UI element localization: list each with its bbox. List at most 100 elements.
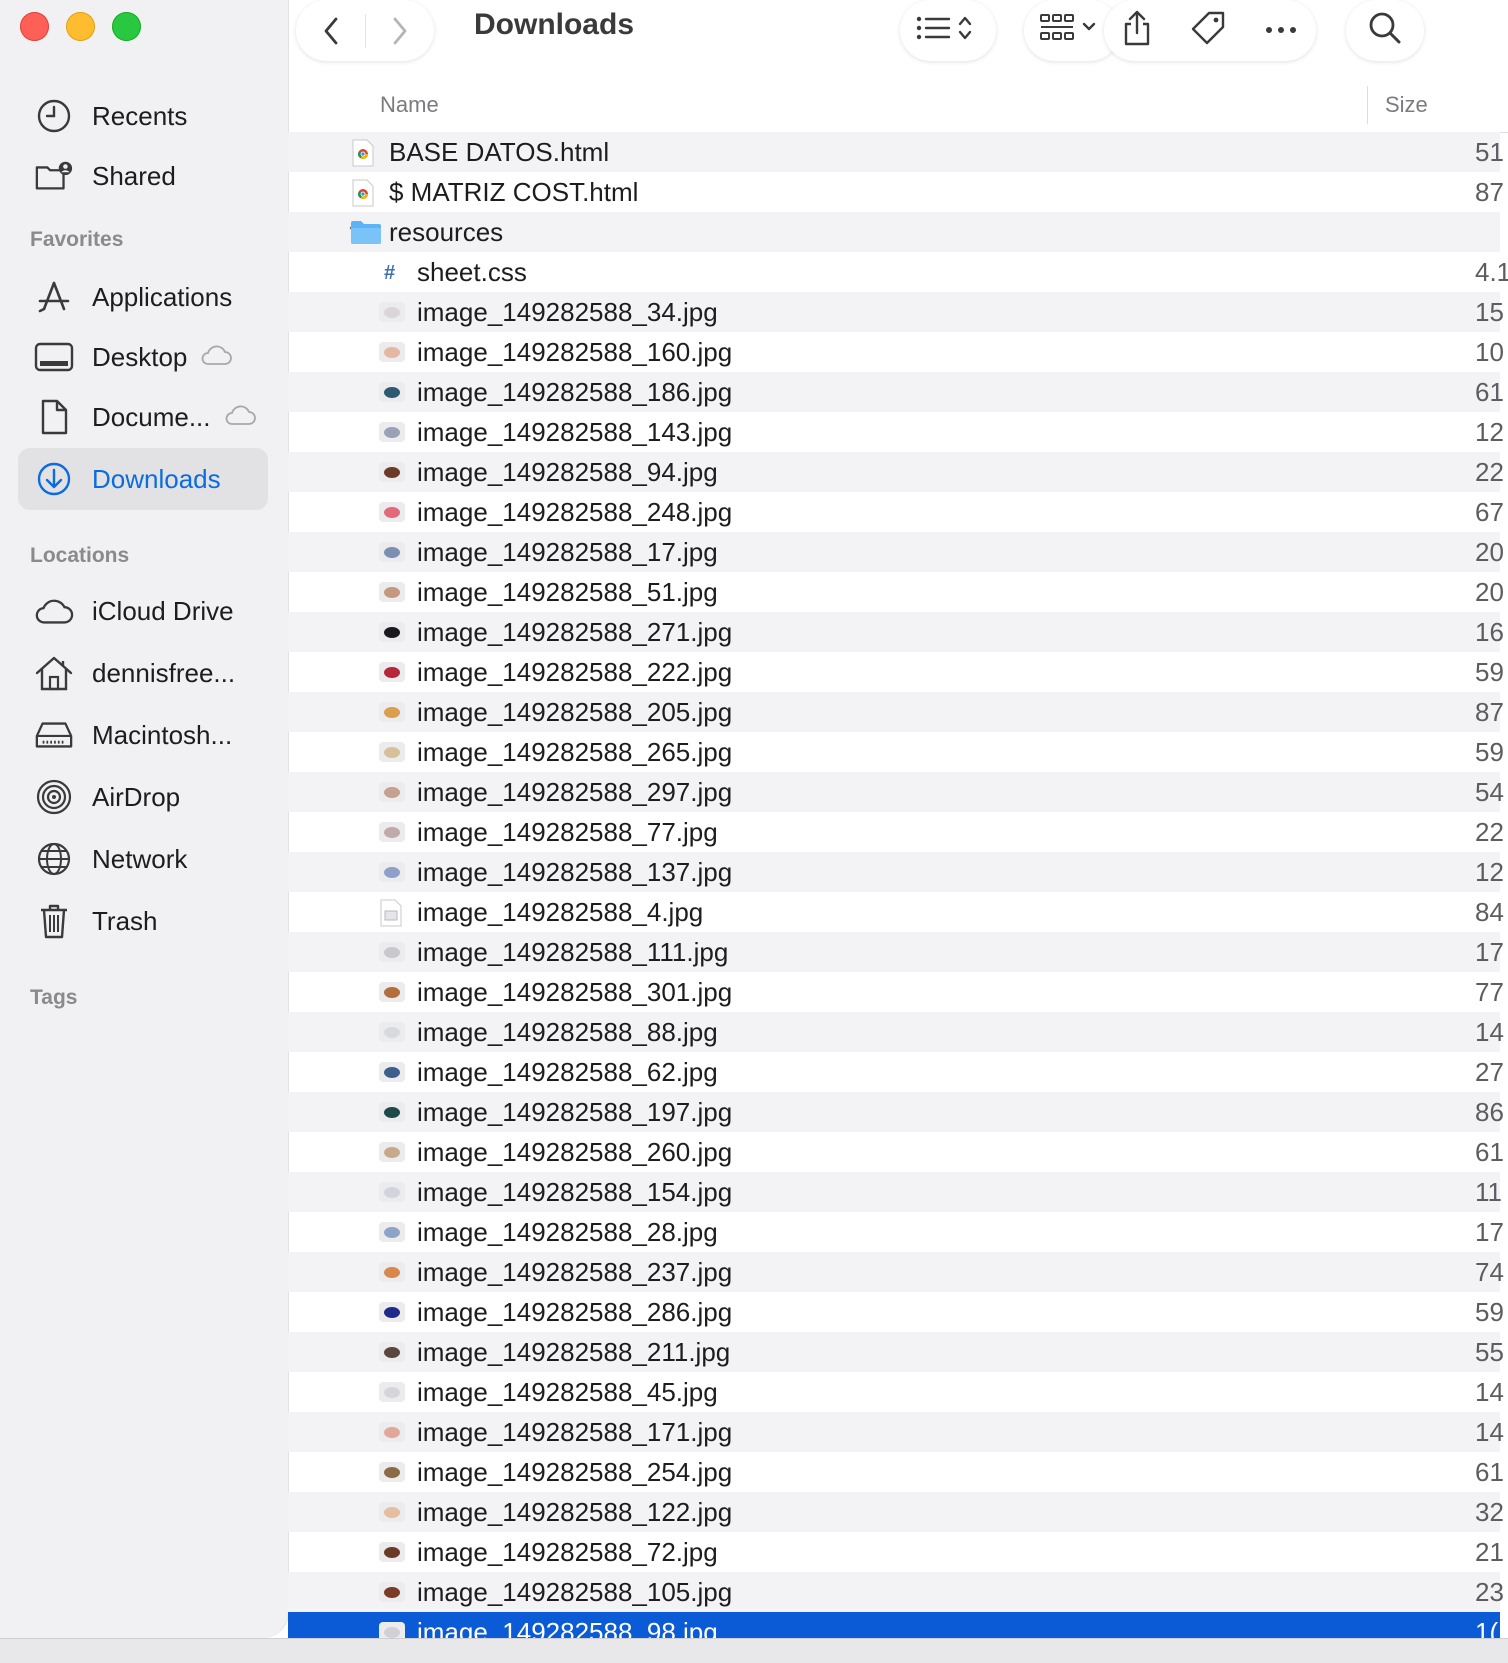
sidebar-item-icloud-drive[interactable]: iCloud Drive: [18, 580, 268, 642]
file-name: resources: [389, 217, 504, 247]
file-name: image_149282588_105.jpg: [417, 1577, 733, 1607]
file-row[interactable]: image_149282588_260.jpg 61: [288, 1132, 1504, 1172]
file-row[interactable]: image_149282588_237.jpg 74: [288, 1252, 1504, 1292]
navigation-buttons: [296, 0, 434, 61]
file-row[interactable]: image_149282588_77.jpg 22: [288, 812, 1504, 852]
file-row[interactable]: image_149282588_51.jpg 20: [288, 572, 1504, 612]
chevron-right-icon[interactable]: [366, 16, 434, 46]
sidebar-item-downloads[interactable]: Downloads: [18, 448, 268, 510]
sidebar-item-shared[interactable]: Shared: [18, 145, 268, 207]
file-row[interactable]: image_149282588_160.jpg 10: [288, 332, 1504, 372]
zoom-window-button[interactable]: [112, 12, 141, 41]
sidebar-item-network[interactable]: Network: [18, 828, 268, 890]
file-row[interactable]: image_149282588_222.jpg 59: [288, 652, 1504, 692]
sidebar-item-documents[interactable]: Docume...: [18, 386, 268, 448]
file-row[interactable]: image_149282588_154.jpg 11: [288, 1172, 1502, 1212]
file-name: image_149282588_122.jpg: [417, 1497, 733, 1527]
file-row[interactable]: # sheet.css 4.1: [288, 252, 1508, 292]
status-bar: [0, 1638, 1508, 1663]
minimize-window-button[interactable]: [66, 12, 95, 41]
file-row[interactable]: image_149282588_72.jpg 21: [288, 1532, 1504, 1572]
file-row[interactable]: image_149282588_4.jpg 84: [288, 892, 1504, 932]
file-name: image_149282588_17.jpg: [417, 537, 718, 567]
file-row[interactable]: BASE DATOS.html 51: [288, 132, 1504, 172]
file-size: 17: [1475, 937, 1504, 967]
file-row[interactable]: image_149282588_122.jpg 32: [288, 1492, 1504, 1532]
sidebar-item-macintosh-hd[interactable]: Macintosh...: [18, 704, 268, 766]
sidebar-item-recents[interactable]: Recents: [18, 85, 268, 147]
sidebar-item-airdrop[interactable]: AirDrop: [18, 766, 268, 828]
name-column-header[interactable]: Name: [380, 92, 439, 118]
file-size: 21: [1475, 1537, 1504, 1567]
file-size: 22: [1475, 457, 1504, 487]
folder-icon: [350, 219, 382, 245]
file-row[interactable]: image_149282588_17.jpg 20: [288, 532, 1504, 572]
file-row[interactable]: image_149282588_28.jpg 17: [288, 1212, 1504, 1252]
view-options-button[interactable]: [900, 0, 996, 61]
file-name: $ MATRIZ COST.html: [389, 177, 639, 207]
file-row[interactable]: image_149282588_105.jpg 23: [288, 1572, 1504, 1612]
image-thumbnail-icon: [379, 1422, 405, 1442]
file-row[interactable]: resources: [288, 212, 1500, 252]
sidebar-item-applications[interactable]: Applications: [18, 266, 268, 328]
sidebar-item-label: Applications: [92, 281, 233, 312]
file-name: image_149282588_301.jpg: [417, 977, 733, 1007]
image-thumbnail-icon: [379, 1302, 405, 1322]
close-window-button[interactable]: [20, 12, 49, 41]
file-row[interactable]: image_149282588_271.jpg 16: [288, 612, 1504, 652]
tag-icon[interactable]: [1189, 9, 1227, 52]
sidebar-item-home[interactable]: dennisfree...: [18, 642, 268, 704]
column-divider[interactable]: [1367, 86, 1368, 124]
file-row[interactable]: image_149282588_186.jpg 61: [288, 372, 1504, 412]
file-row[interactable]: $ MATRIZ COST.html 87: [288, 172, 1504, 212]
file-row[interactable]: image_149282588_265.jpg 59: [288, 732, 1504, 772]
file-row[interactable]: image_149282588_94.jpg 22: [288, 452, 1504, 492]
file-size: 14: [1475, 1017, 1504, 1047]
file-row[interactable]: image_149282588_45.jpg 14: [288, 1372, 1504, 1412]
share-icon[interactable]: [1122, 9, 1152, 52]
file-name: image_149282588_297.jpg: [417, 777, 733, 807]
file-row[interactable]: image_149282588_205.jpg 87: [288, 692, 1504, 732]
file-name: image_149282588_4.jpg: [417, 897, 704, 927]
file-row[interactable]: image_149282588_301.jpg 77: [288, 972, 1504, 1012]
file-row[interactable]: image_149282588_197.jpg 86: [288, 1092, 1504, 1132]
file-row[interactable]: image_149282588_62.jpg 27: [288, 1052, 1504, 1092]
file-row[interactable]: image_149282588_254.jpg 61: [288, 1452, 1504, 1492]
file-size: 16: [1475, 617, 1504, 647]
file-row[interactable]: image_149282588_286.jpg 59: [288, 1292, 1504, 1332]
search-button[interactable]: [1346, 0, 1424, 61]
sidebar-item-label: Recents: [92, 100, 188, 131]
sidebar-item-label: iCloud Drive: [92, 595, 234, 626]
file-row[interactable]: image_149282588_297.jpg 54: [288, 772, 1504, 812]
file-row[interactable]: image_149282588_211.jpg 55: [288, 1332, 1504, 1372]
sidebar-item-label: dennisfree...: [92, 657, 236, 688]
sidebar-item-desktop[interactable]: Desktop: [18, 326, 268, 388]
image-thumbnail-icon: [379, 702, 405, 722]
file-name: image_149282588_211.jpg: [417, 1337, 731, 1367]
sidebar-item-label: Trash: [92, 905, 158, 936]
chevron-left-icon[interactable]: [297, 16, 365, 46]
column-header: Name Size: [288, 80, 1508, 133]
image-thumbnail-icon: [379, 1102, 405, 1122]
file-name: image_149282588_197.jpg: [417, 1097, 733, 1127]
image-thumbnail-icon: [379, 1462, 405, 1482]
size-column-header[interactable]: Size: [1385, 92, 1428, 118]
file-row[interactable]: image_149282588_34.jpg 15: [288, 292, 1504, 332]
file-row[interactable]: image_149282588_88.jpg 14: [288, 1012, 1504, 1052]
sidebar-item-trash[interactable]: Trash: [18, 890, 268, 952]
file-size: 12: [1475, 417, 1504, 447]
tags-header: Tags: [30, 986, 78, 1009]
image-thumbnail-icon: [379, 1222, 405, 1242]
ellipsis-icon[interactable]: [1264, 22, 1298, 40]
svg-text:#: #: [384, 262, 395, 284]
file-name: image_149282588_271.jpg: [417, 617, 733, 647]
file-name: BASE DATOS.html: [389, 137, 610, 167]
file-name: image_149282588_88.jpg: [417, 1017, 718, 1047]
file-name: image_149282588_254.jpg: [417, 1457, 733, 1487]
globe-icon: [34, 839, 74, 879]
file-row[interactable]: image_149282588_248.jpg 67: [288, 492, 1504, 532]
file-row[interactable]: image_149282588_137.jpg 12: [288, 852, 1504, 892]
file-row[interactable]: image_149282588_171.jpg 14: [288, 1412, 1504, 1452]
file-row[interactable]: image_149282588_111.jpg 17: [288, 932, 1504, 972]
file-row[interactable]: image_149282588_143.jpg 12: [288, 412, 1504, 452]
